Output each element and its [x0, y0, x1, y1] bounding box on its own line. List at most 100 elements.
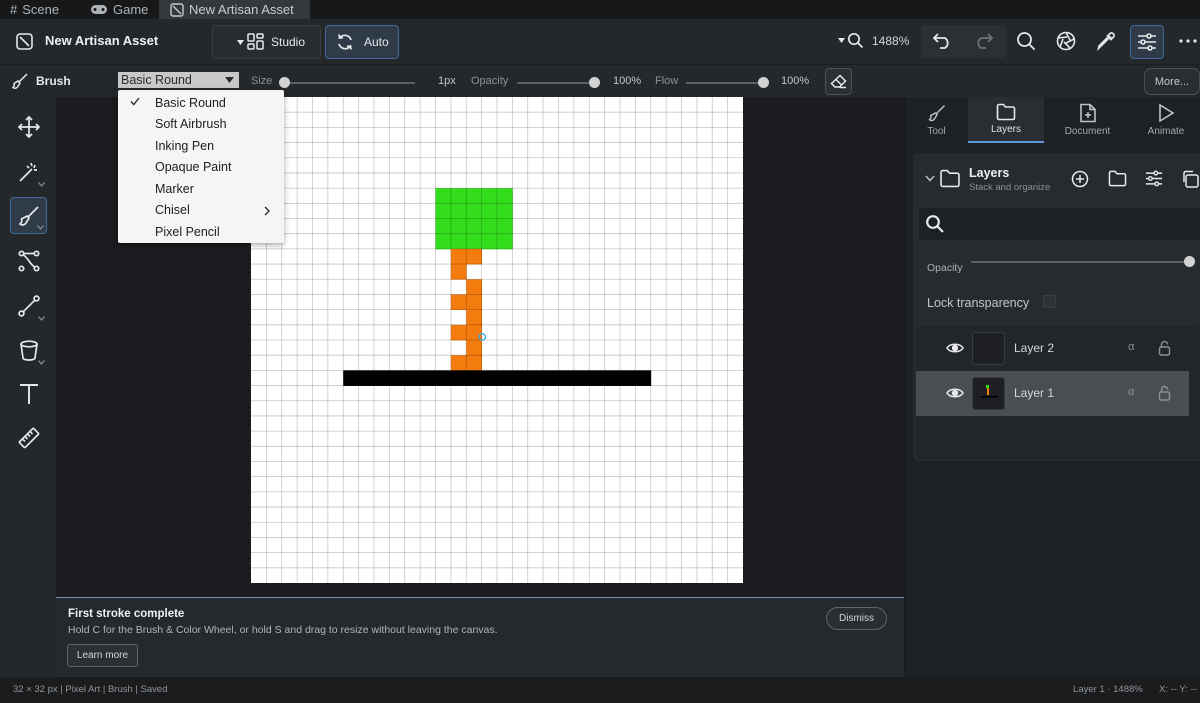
layer-properties-button[interactable]: [1145, 170, 1163, 187]
painted-pixel: [358, 370, 375, 386]
painted-pixel: [481, 188, 498, 204]
brush-menu-item-label: Basic Round: [155, 95, 226, 110]
eraser-toggle[interactable]: [825, 68, 852, 95]
more-options-button[interactable]: More...: [1144, 68, 1200, 95]
learn-more-button[interactable]: Learn more: [67, 644, 138, 667]
line-tool[interactable]: [10, 287, 47, 324]
brush-menu-item[interactable]: Basic Round: [118, 92, 284, 113]
painted-pixel: [558, 370, 575, 386]
painted-pixel: [466, 279, 483, 295]
flow-slider-thumb[interactable]: [757, 77, 769, 88]
panel-tab-tool[interactable]: Tool: [905, 97, 968, 143]
painted-pixel: [450, 294, 467, 311]
size-slider[interactable]: [284, 82, 415, 84]
flow-slider[interactable]: [686, 82, 763, 84]
bucket-tool[interactable]: [10, 331, 47, 368]
toast-title: First stroke complete: [68, 608, 185, 620]
painted-pixel: [497, 203, 513, 219]
layer-opacity-slider[interactable]: [971, 261, 1189, 263]
text-icon: [18, 382, 40, 406]
painted-pixel: [343, 370, 360, 386]
tool-name: Brush: [36, 74, 71, 88]
painted-pixel: [450, 264, 467, 280]
move-icon: [17, 115, 41, 139]
lock-icon[interactable]: [1158, 340, 1171, 356]
brush-menu-item[interactable]: Opaque Paint: [118, 157, 284, 178]
layers-section: Layers Stack and organize Opacity Lock t…: [913, 153, 1200, 461]
settings-sliders-button[interactable]: [1130, 25, 1164, 59]
layer-row[interactable]: Layer 2 α: [916, 326, 1189, 371]
panel-tab-animate[interactable]: Animate: [1131, 97, 1200, 143]
brush-menu-item[interactable]: Soft Airbrush: [118, 114, 284, 135]
painted-pixel: [497, 370, 513, 386]
alpha-lock-icon[interactable]: α: [1128, 341, 1134, 353]
painted-pixel: [481, 370, 498, 386]
auto-label: Auto: [364, 35, 389, 49]
ruler-icon: [17, 426, 41, 450]
brush-menu-item[interactable]: Pixel Pencil: [118, 221, 284, 242]
ruler-tool[interactable]: [10, 419, 47, 456]
layers-title: Layers: [969, 166, 1010, 180]
brush-preset-select[interactable]: Basic Round: [118, 72, 239, 88]
eyedropper-button[interactable]: [1094, 29, 1118, 53]
layer-list: Layer 2 α Layer 1 α: [916, 326, 1200, 459]
painted-pixel: [497, 188, 513, 204]
lock-icon[interactable]: [1158, 385, 1171, 401]
more-menu-button[interactable]: [1177, 29, 1199, 53]
bezier-tool[interactable]: [10, 242, 47, 279]
layer-opacity-thumb[interactable]: [1183, 256, 1195, 267]
opacity-slider[interactable]: [517, 82, 594, 84]
painted-pixel: [481, 233, 498, 250]
add-group-button[interactable]: [1108, 170, 1127, 187]
eye-icon[interactable]: [946, 387, 964, 399]
brush-tool[interactable]: [10, 197, 47, 234]
lock-transparency-checkbox[interactable]: [1043, 295, 1056, 308]
eraser-icon: [830, 74, 847, 89]
auto-button[interactable]: Auto: [325, 25, 399, 59]
layer-search-input[interactable]: [919, 208, 1200, 240]
opacity-slider-thumb[interactable]: [588, 77, 600, 88]
size-slider-thumb[interactable]: [278, 77, 290, 88]
tab-game[interactable]: Game: [90, 0, 148, 19]
aperture-button[interactable]: [1054, 29, 1078, 53]
painted-pixel: [620, 370, 636, 386]
duplicate-layer-button[interactable]: [1181, 170, 1199, 188]
zoom-control[interactable]: 1488%: [838, 32, 909, 49]
panel-tab-document[interactable]: Document: [1044, 97, 1131, 143]
tab-new-artisan-asset[interactable]: New Artisan Asset: [159, 0, 310, 19]
tab-scene[interactable]: # Scene: [10, 0, 59, 19]
tool-palette: [0, 97, 56, 677]
brush-menu-item[interactable]: Chisel: [118, 200, 284, 221]
alpha-lock-icon[interactable]: α: [1128, 386, 1134, 398]
magic-wand-tool[interactable]: [10, 153, 47, 190]
brush-preset-menu: Basic Round Soft Airbrush Inking Pen Opaque…: [118, 90, 284, 243]
eye-icon[interactable]: [946, 342, 964, 354]
add-layer-button[interactable]: [1071, 170, 1089, 188]
chevron-down-icon[interactable]: [925, 175, 935, 182]
painted-pixel: [573, 370, 590, 386]
panel-tab-layers[interactable]: Layers: [968, 97, 1044, 143]
pixel-canvas[interactable]: [251, 97, 743, 583]
flow-value: 100%: [781, 75, 810, 87]
dismiss-button[interactable]: Dismiss: [826, 607, 887, 630]
layer-row[interactable]: Layer 1 α: [916, 371, 1189, 416]
painted-pixel: [450, 233, 467, 250]
line-icon: [17, 294, 41, 318]
layer-name: Layer 2: [1014, 341, 1055, 355]
dismiss-label: Dismiss: [839, 613, 874, 624]
move-tool[interactable]: [10, 108, 47, 145]
undo-button[interactable]: [930, 28, 956, 54]
redo-button[interactable]: [970, 28, 996, 54]
zoom-value: 1488%: [872, 33, 910, 48]
caret-down-icon: [838, 38, 845, 43]
painted-pixel: [450, 248, 467, 265]
search-button[interactable]: [1014, 29, 1038, 53]
painted-pixel: [420, 370, 436, 386]
brush-menu-item[interactable]: Inking Pen: [118, 135, 284, 156]
studio-button[interactable]: Studio: [212, 25, 321, 59]
layer-thumbnail: [972, 377, 1005, 410]
painted-pixel: [374, 370, 390, 386]
brush-menu-item[interactable]: Marker: [118, 178, 284, 199]
text-tool[interactable]: [10, 375, 47, 412]
painted-pixel: [466, 309, 483, 326]
